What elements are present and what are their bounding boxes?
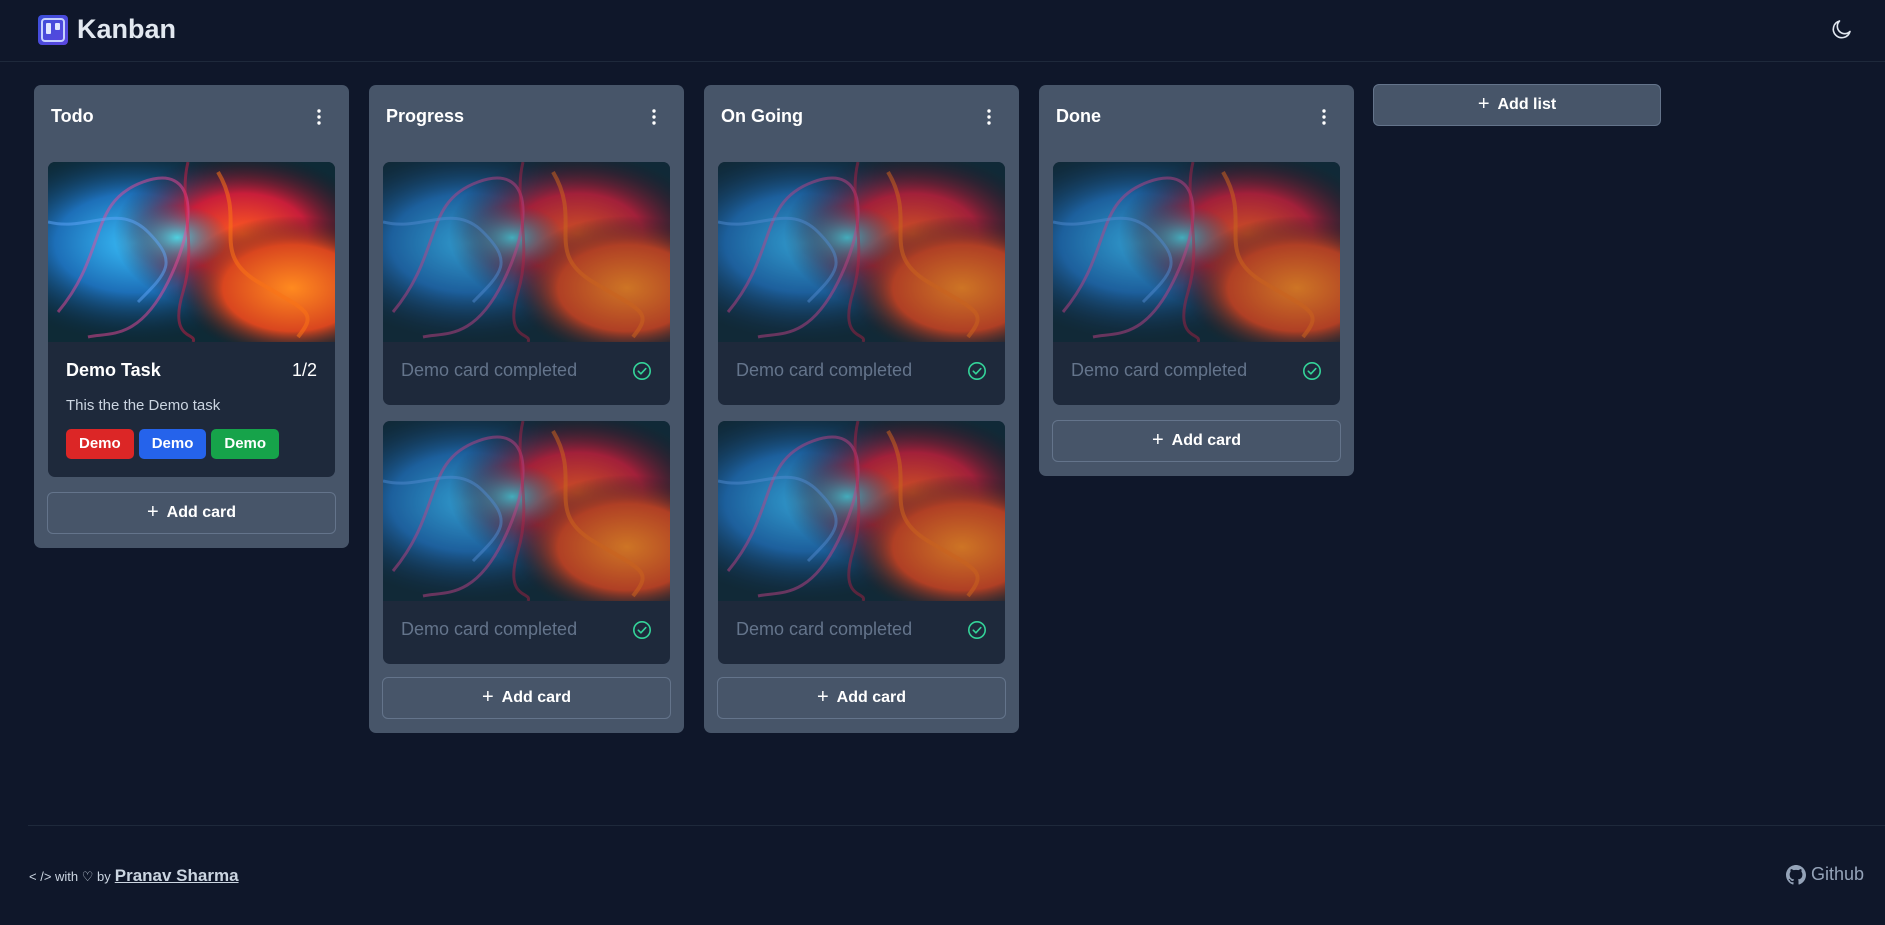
moon-icon[interactable] — [1830, 17, 1854, 41]
add-list-button[interactable]: + Add list — [1373, 84, 1661, 126]
footer-credit: < /> with ♡ by Pranav Sharma — [29, 866, 239, 886]
card-title: Demo card completed — [736, 619, 913, 639]
checklist-count: 1/2 — [291, 360, 317, 380]
tag-list: Demo Demo Demo — [66, 429, 280, 459]
add-card-button[interactable]: + Add card — [47, 492, 336, 534]
plus-icon: + — [481, 686, 494, 708]
card-description: This the the Demo task — [66, 397, 221, 414]
card-title: Demo card completed — [401, 619, 578, 639]
more-options-icon[interactable] — [1314, 105, 1334, 129]
card-cover-image — [1053, 162, 1340, 342]
check-circle-icon — [967, 620, 987, 640]
list-title: Todo — [51, 106, 94, 126]
check-circle-icon — [632, 620, 652, 640]
add-list-label: Add list — [1497, 96, 1557, 113]
card-title: Demo card completed — [1071, 360, 1248, 380]
github-label: Github — [1811, 864, 1865, 884]
card-cover-image — [718, 421, 1005, 601]
tag-badge: Demo — [66, 429, 134, 459]
github-icon — [1786, 864, 1806, 885]
task-card[interactable]: Demo card completed — [383, 421, 670, 664]
list-header: Progress — [369, 85, 684, 147]
card-cover-image — [718, 162, 1005, 342]
add-card-button[interactable]: + Add card — [1052, 420, 1341, 462]
list-header: Todo — [34, 85, 349, 147]
app-header: Kanban — [0, 0, 1885, 62]
add-card-label: Add card — [166, 504, 237, 521]
add-card-label: Add card — [501, 689, 572, 706]
check-circle-icon — [632, 361, 652, 381]
more-options-icon[interactable] — [309, 105, 329, 129]
list-header: Done — [1039, 85, 1354, 147]
add-card-button[interactable]: + Add card — [717, 677, 1006, 719]
check-circle-icon — [1302, 361, 1322, 381]
task-card[interactable]: Demo Task 1/2 This the the Demo task Dem… — [48, 162, 335, 477]
list-title: Progress — [386, 106, 465, 126]
card-cover-image — [383, 162, 670, 342]
plus-icon: + — [1477, 93, 1490, 115]
check-circle-icon — [967, 361, 987, 381]
card-title: Demo card completed — [736, 360, 913, 380]
add-card-label: Add card — [836, 689, 907, 706]
list-header: On Going — [704, 85, 1019, 147]
footer-divider — [28, 825, 1885, 826]
plus-icon: + — [146, 501, 159, 523]
kanban-board-icon — [38, 15, 68, 45]
list-title: Done — [1056, 106, 1101, 126]
tag-badge: Demo — [211, 429, 280, 459]
list-title: On Going — [721, 106, 803, 126]
author-link[interactable]: Pranav Sharma — [115, 866, 239, 886]
tag-badge: Demo — [138, 429, 207, 459]
list-on-going: On Going Demo card completed Demo card c… — [704, 85, 1019, 733]
plus-icon: + — [1151, 429, 1164, 451]
card-cover-image — [48, 162, 335, 342]
card-title: Demo Task — [66, 360, 161, 380]
list-done: Done Demo card completed + Add card — [1039, 85, 1354, 476]
plus-icon: + — [816, 686, 829, 708]
task-card[interactable]: Demo card completed — [718, 421, 1005, 664]
task-card[interactable]: Demo card completed — [718, 162, 1005, 405]
task-card[interactable]: Demo card completed — [383, 162, 670, 405]
card-title: Demo card completed — [401, 360, 578, 380]
task-card[interactable]: Demo card completed — [1053, 162, 1340, 405]
list-progress: Progress Demo card completed Demo card c… — [369, 85, 684, 733]
add-card-button[interactable]: + Add card — [382, 677, 671, 719]
list-todo: Todo Demo Task 1/2 This the the Demo tas… — [34, 85, 349, 548]
more-options-icon[interactable] — [644, 105, 664, 129]
card-cover-image — [383, 421, 670, 601]
app-title: Kanban — [77, 14, 177, 44]
add-card-label: Add card — [1171, 432, 1242, 449]
more-options-icon[interactable] — [979, 105, 999, 129]
github-link[interactable]: Github — [1786, 864, 1864, 885]
made-with-text: < /> with ♡ by — [29, 869, 111, 884]
